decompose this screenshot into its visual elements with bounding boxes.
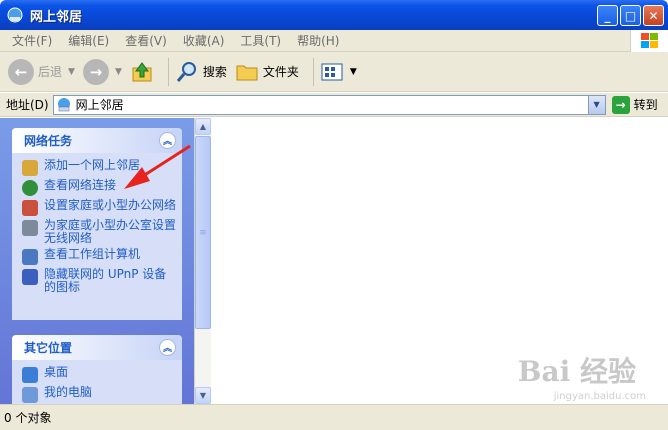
- chevron-down-icon: ▼: [114, 66, 122, 77]
- menu-file[interactable]: 文件(F): [4, 32, 60, 49]
- place-my-computer[interactable]: 我的电脑: [22, 386, 176, 403]
- maximize-button[interactable]: □: [620, 5, 641, 26]
- network-tasks-header[interactable]: 网络任务 ︽: [12, 128, 182, 153]
- watermark-logo: Bai 经验: [517, 355, 636, 388]
- chevron-up-icon: ▲: [199, 122, 207, 131]
- go-arrow-icon: →: [611, 95, 630, 114]
- go-button[interactable]: → 转到: [611, 95, 658, 114]
- address-field[interactable]: 网上邻居 ▼: [52, 94, 606, 115]
- windows-logo-icon: [630, 30, 668, 52]
- wireless-network-icon: [22, 220, 38, 236]
- grip-icon: ≡: [199, 227, 207, 238]
- toolbar-separator: [312, 57, 314, 86]
- chevron-down-icon: ▼: [593, 100, 600, 109]
- task-view-workgroup-computers[interactable]: 查看工作组计算机: [22, 248, 176, 265]
- task-label: 查看工作组计算机: [44, 247, 141, 261]
- chevron-down-icon: ▼: [349, 66, 357, 77]
- search-icon: [176, 61, 196, 82]
- collapse-icon[interactable]: ︽: [159, 132, 176, 149]
- content-area[interactable]: Bai 经验 jingyan.baidu.com: [212, 118, 668, 404]
- task-add-network-place[interactable]: 添加一个网上邻居: [22, 159, 176, 176]
- forward-arrow-icon: →: [82, 58, 109, 85]
- status-object-count: 0 个对象: [4, 411, 52, 425]
- place-label: 我的电脑: [44, 385, 93, 399]
- desktop-icon: [22, 367, 38, 383]
- menu-edit[interactable]: 编辑(E): [60, 32, 117, 49]
- watermark-url: jingyan.baidu.com: [553, 391, 646, 402]
- folders-label: 文件夹: [262, 65, 299, 79]
- task-label: 设置家庭或小型办公网络: [44, 198, 177, 212]
- up-folder-icon: [132, 61, 152, 81]
- network-places-icon: [7, 7, 23, 23]
- menu-tools[interactable]: 工具(T): [232, 32, 289, 49]
- views-button[interactable]: ▼: [320, 61, 357, 83]
- collapse-icon[interactable]: ︽: [159, 339, 176, 356]
- back-arrow-icon: ←: [8, 58, 34, 85]
- home-network-icon: [22, 200, 38, 216]
- place-desktop[interactable]: 桌面: [22, 366, 176, 383]
- forward-button[interactable]: → ▼: [82, 58, 122, 85]
- other-places-title: 其它位置: [24, 341, 73, 355]
- back-label: 后退: [38, 65, 63, 79]
- title-bar: 网上邻居 _ □ ✕: [0, 0, 668, 30]
- minimize-icon: _: [604, 8, 611, 23]
- task-label: 为家庭或小型办公室设置无线网络: [44, 218, 177, 245]
- folder-icon: [236, 65, 258, 80]
- up-folder-button[interactable]: [130, 60, 154, 84]
- task-setup-home-network[interactable]: 设置家庭或小型办公网络: [22, 199, 176, 216]
- maximize-icon: □: [624, 8, 637, 23]
- scroll-up-button[interactable]: ▲: [195, 118, 211, 135]
- address-dropdown-button[interactable]: ▼: [587, 95, 605, 114]
- toolbar-separator: [167, 57, 169, 86]
- task-label: 隐藏联网的 UPnP 设备的图标: [44, 267, 167, 294]
- views-icon: [321, 63, 343, 80]
- other-places-header[interactable]: 其它位置 ︽: [12, 335, 182, 360]
- network-places-icon: [57, 97, 70, 111]
- toolbar: ← 后退 ▼ → ▼ 搜索 文件夹 ▼: [0, 52, 668, 92]
- menu-favorites[interactable]: 收藏(A): [175, 32, 233, 49]
- add-network-place-icon: [22, 160, 38, 176]
- minimize-button[interactable]: _: [597, 5, 618, 26]
- address-bar: 地址(D) 网上邻居 ▼ → 转到: [0, 93, 668, 117]
- search-button[interactable]: 搜索: [175, 60, 227, 84]
- task-view-network-connections[interactable]: 查看网络连接: [22, 179, 176, 196]
- menu-view[interactable]: 查看(V): [117, 32, 175, 49]
- task-pane: 网络任务 ︽ 添加一个网上邻居 查看网络连接 设置家庭或小型办公网络 为家庭或小…: [0, 118, 194, 404]
- workgroup-computers-icon: [22, 249, 38, 265]
- window-title: 网上邻居: [30, 9, 83, 25]
- search-label: 搜索: [202, 65, 227, 79]
- menu-help[interactable]: 帮助(H): [289, 32, 347, 49]
- task-pane-scrollbar[interactable]: ▲ ≡ ▼: [194, 118, 211, 404]
- upnp-device-icon: [22, 269, 38, 285]
- network-tasks-title: 网络任务: [24, 134, 73, 148]
- chevron-down-icon: ▼: [68, 66, 75, 77]
- my-computer-icon: [22, 387, 38, 403]
- task-label: 添加一个网上邻居: [44, 158, 141, 172]
- address-value: 网上邻居: [75, 98, 124, 112]
- menu-bar: 文件(F) 编辑(E) 查看(V) 收藏(A) 工具(T) 帮助(H): [0, 30, 668, 52]
- other-places-panel: 其它位置 ︽ 桌面 我的电脑: [12, 335, 182, 404]
- address-label: 地址(D): [6, 98, 49, 112]
- task-label: 查看网络连接: [44, 178, 117, 192]
- close-button[interactable]: ✕: [643, 5, 664, 26]
- task-setup-wireless-network[interactable]: 为家庭或小型办公室设置无线网络: [22, 219, 176, 245]
- close-icon: ✕: [648, 8, 659, 23]
- chevron-down-icon: ▼: [199, 391, 207, 400]
- task-hide-upnp-icons[interactable]: 隐藏联网的 UPnP 设备的图标: [22, 268, 176, 294]
- folders-button[interactable]: 文件夹: [235, 61, 299, 83]
- place-label: 桌面: [44, 365, 69, 379]
- network-connections-icon: [22, 180, 38, 196]
- go-label: 转到: [633, 98, 658, 112]
- status-bar: 0 个对象: [0, 404, 668, 430]
- back-button[interactable]: ← 后退 ▼: [8, 58, 75, 85]
- network-tasks-panel: 网络任务 ︽ 添加一个网上邻居 查看网络连接 设置家庭或小型办公网络 为家庭或小…: [12, 128, 182, 320]
- scroll-thumb[interactable]: ≡: [195, 136, 211, 329]
- scroll-down-button[interactable]: ▼: [195, 387, 211, 404]
